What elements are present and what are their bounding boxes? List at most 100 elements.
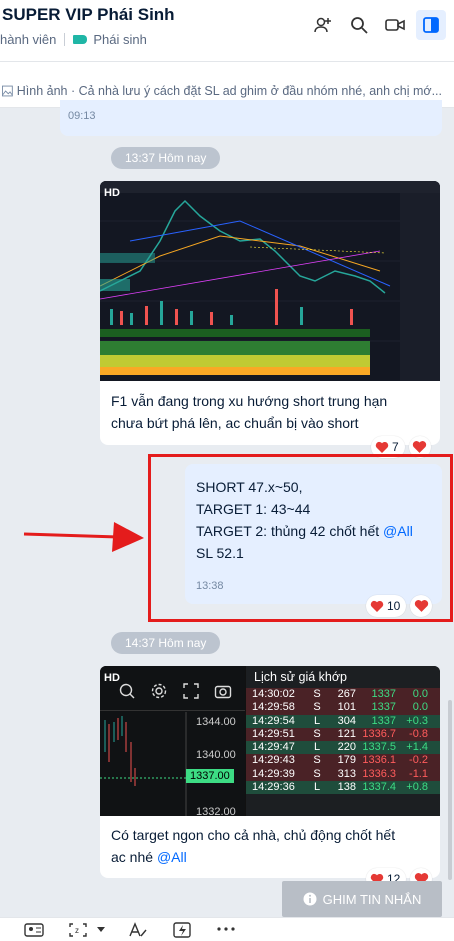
trade-history-title: Lịch sử giá khớp	[254, 670, 347, 684]
trade-time: 14:30:02	[252, 688, 295, 700]
pinned-message-text: Hình ảnh · Cả nhà lưu ý cách đặt SL ad g…	[16, 84, 442, 98]
mention-link[interactable]: @All	[157, 849, 187, 865]
message-line: F1 vẫn đang trong xu hướng short trung h…	[111, 393, 388, 409]
chevron-down-icon[interactable]	[96, 926, 106, 934]
camera-icon[interactable]	[214, 682, 232, 700]
trade-price: 1337.5	[362, 741, 396, 754]
trade-volume: 138	[337, 781, 356, 794]
mini-candle-chart	[100, 712, 187, 816]
chart-toolbar	[118, 682, 232, 700]
trade-volume: 304	[337, 714, 356, 727]
sidebar-toggle-icon[interactable]	[416, 10, 446, 40]
more-options-icon[interactable]	[216, 926, 236, 932]
trade-side: S	[313, 754, 321, 767]
price-tick: 1344.00	[196, 716, 236, 728]
trade-time: 14:29:51	[252, 727, 295, 740]
video-call-icon[interactable]	[380, 10, 410, 40]
trade-price: 1337.4	[362, 781, 396, 794]
price-tick: 1340.00	[196, 749, 236, 761]
trade-side: S	[313, 701, 321, 714]
trade-volume: 313	[337, 767, 356, 780]
trading-screenshot-image[interactable]: HD 1344.00 1340.00 1337.00 1332.00 Lịch …	[100, 666, 440, 816]
price-tick: 1332.00	[196, 806, 236, 816]
divider	[64, 33, 66, 46]
header-actions	[308, 10, 446, 40]
heart-icon	[413, 441, 427, 453]
trade-row: 14:29:43 S 179 1336.1 -0.2	[246, 754, 440, 768]
trade-side: S	[313, 727, 321, 740]
trade-history-panel: Lịch sử giá khớp 14:30:02 S 267 1337 0.0 14:2…	[246, 666, 440, 816]
trade-price: 1336.7	[362, 727, 396, 740]
contact-card-icon[interactable]	[24, 922, 44, 938]
hd-badge: HD	[104, 187, 120, 199]
info-icon	[303, 892, 317, 906]
member-count-label[interactable]: hành viên	[0, 32, 56, 47]
trade-volume: 101	[337, 701, 356, 714]
trade-price: 1337	[371, 688, 396, 700]
svg-text:z: z	[75, 926, 79, 935]
trade-side: S	[313, 688, 321, 700]
trade-row: 14:29:39 S 313 1336.3 -1.1	[246, 767, 440, 782]
group-subtitle: hành viên Phái sinh	[0, 32, 147, 47]
trade-change: -1.1	[409, 767, 428, 780]
chart-image[interactable]: HD	[100, 181, 440, 381]
trade-time: 14:29:39	[252, 767, 295, 780]
date-divider: 14:37 Hôm nay	[111, 632, 221, 654]
heart-icon	[375, 441, 389, 453]
reaction-number: 7	[392, 440, 399, 454]
trade-change: 0.0	[412, 688, 428, 700]
quick-message-icon[interactable]	[172, 922, 192, 938]
trade-price: 1337	[371, 714, 396, 727]
trade-row: 14:29:51 S 121 1336.7 -0.8	[246, 727, 440, 742]
add-member-icon[interactable]	[308, 10, 338, 40]
tag-icon	[73, 35, 88, 44]
trade-change: +0.8	[406, 781, 428, 794]
screenshot-icon[interactable]: z	[68, 922, 88, 938]
trade-change: -0.2	[409, 754, 428, 767]
trade-row: 14:29:58 S 101 1337 0.0	[246, 701, 440, 715]
date-divider: 13:37 Hôm nay	[111, 147, 221, 169]
pin-message-label: GHIM TIN NHẮN	[322, 891, 422, 907]
trade-side: L	[313, 714, 321, 727]
zoom-icon[interactable]	[118, 682, 136, 700]
message-time: 09:13	[68, 110, 96, 122]
red-arrow-annotation	[23, 522, 144, 552]
current-price-tag: 1337.00	[186, 769, 234, 783]
previous-message-bubble[interactable]: 09:13	[60, 100, 442, 136]
highlight-box-annotation	[148, 454, 453, 622]
message-line-text: ac nhé	[111, 849, 157, 865]
image-icon	[2, 85, 13, 97]
scrollbar[interactable]	[448, 700, 452, 880]
trade-side: L	[313, 781, 321, 794]
group-tag-label[interactable]: Phái sinh	[93, 32, 146, 47]
trade-change: 0.0	[412, 701, 428, 714]
trade-side: S	[313, 767, 321, 780]
trade-change: -0.8	[409, 727, 428, 740]
message-text: Có target ngon cho cả nhà, chủ động chốt…	[111, 824, 395, 868]
pin-message-button[interactable]: GHIM TIN NHẮN	[282, 881, 442, 917]
trade-change: +0.3	[406, 714, 428, 727]
message-line: Có target ngon cho cả nhà, chủ động chốt…	[111, 827, 396, 843]
group-title[interactable]: SUPER VIP Phái Sinh	[2, 5, 175, 25]
text-format-icon[interactable]	[128, 922, 148, 938]
trade-row: 14:29:36 L 138 1337.4 +0.8	[246, 781, 440, 795]
pinned-message: Hình ảnh · Cả nhà lưu ý cách đặt SL ad g…	[2, 84, 442, 98]
message-text: F1 vẫn đang trong xu hướng short trung h…	[111, 390, 387, 434]
message-line: ac nhé @All	[111, 846, 395, 868]
settings-icon[interactable]	[150, 682, 168, 700]
trade-price: 1337	[371, 701, 396, 714]
trade-time: 14:29:47	[252, 741, 295, 754]
trade-side: L	[313, 741, 321, 754]
trade-volume: 267	[337, 688, 356, 700]
trade-volume: 179	[337, 754, 356, 767]
message-line: chưa bứt phá lên, ac chuẩn bị vào short	[111, 415, 359, 431]
trade-time: 14:29:58	[252, 701, 295, 714]
candlestick-chart-image	[100, 181, 440, 381]
trade-time: 14:29:36	[252, 781, 295, 794]
composer-toolbar: z	[0, 917, 454, 941]
trade-price: 1336.1	[362, 754, 396, 767]
trade-price: 1336.3	[362, 767, 396, 780]
search-icon[interactable]	[344, 10, 374, 40]
trade-change: +1.4	[406, 741, 428, 754]
fullscreen-icon[interactable]	[182, 682, 200, 700]
